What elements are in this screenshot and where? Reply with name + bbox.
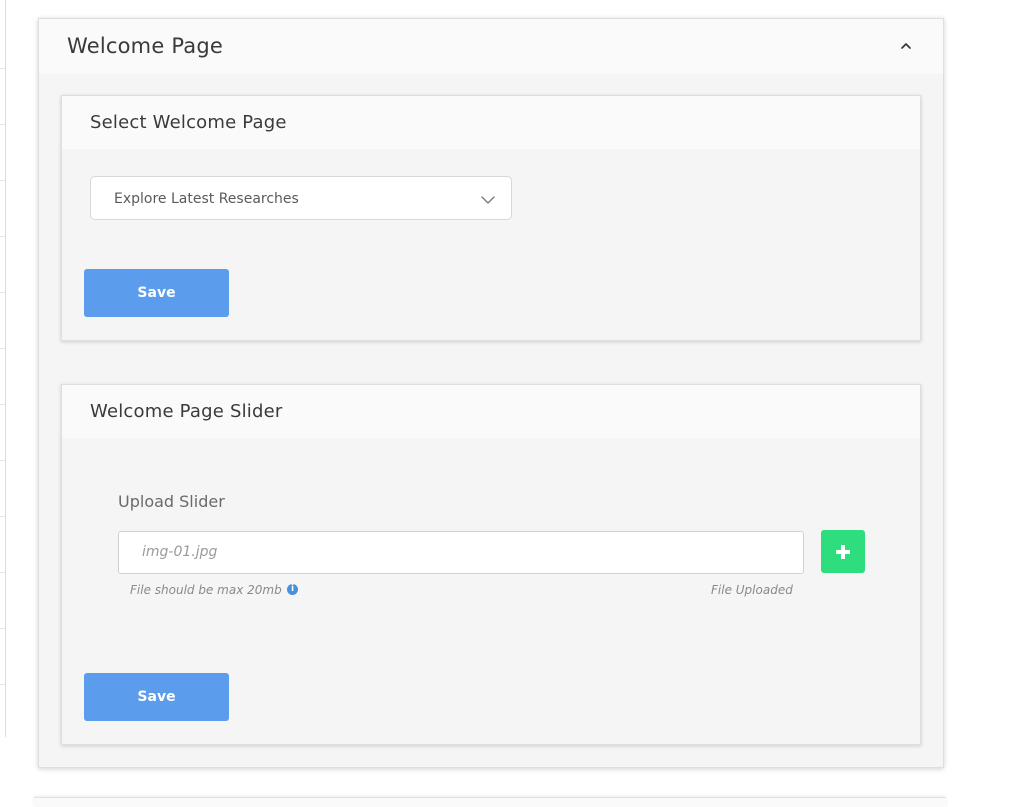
card-title: Welcome Page Slider [90, 401, 283, 422]
chevron-up-icon[interactable] [899, 38, 913, 52]
welcome-page-select[interactable]: Explore Latest Researches [90, 176, 512, 220]
upload-slider-label: Upload Slider [118, 492, 225, 511]
add-file-button[interactable] [821, 530, 865, 573]
upload-status: File Uploaded [711, 583, 793, 597]
welcome-page-panel-header[interactable]: Welcome Page [39, 19, 943, 74]
file-size-hint: File should be max 20mb [130, 583, 282, 597]
save-button[interactable]: Save [84, 673, 229, 721]
welcome-page-slider-card: Welcome Page Slider Upload Slider img-01… [61, 384, 921, 745]
save-button[interactable]: Save [84, 269, 229, 317]
panel-title: Welcome Page [67, 34, 223, 58]
select-welcome-page-header: Select Welcome Page [62, 96, 920, 149]
upload-file-input[interactable]: img-01.jpg [118, 531, 804, 574]
file-name-value: img-01.jpg [142, 544, 218, 560]
chevron-down-icon [481, 192, 495, 206]
welcome-page-slider-header: Welcome Page Slider [62, 385, 920, 438]
plus-icon [836, 545, 850, 559]
card-title: Select Welcome Page [90, 112, 287, 133]
select-value: Explore Latest Researches [114, 191, 299, 207]
select-welcome-page-card: Select Welcome Page Explore Latest Resea… [61, 95, 921, 341]
sidebar-edge [0, 0, 6, 737]
welcome-page-panel: Welcome Page Select Welcome Page Explore… [38, 18, 944, 768]
info-icon[interactable]: i [287, 584, 298, 595]
next-panel-edge [34, 797, 946, 807]
